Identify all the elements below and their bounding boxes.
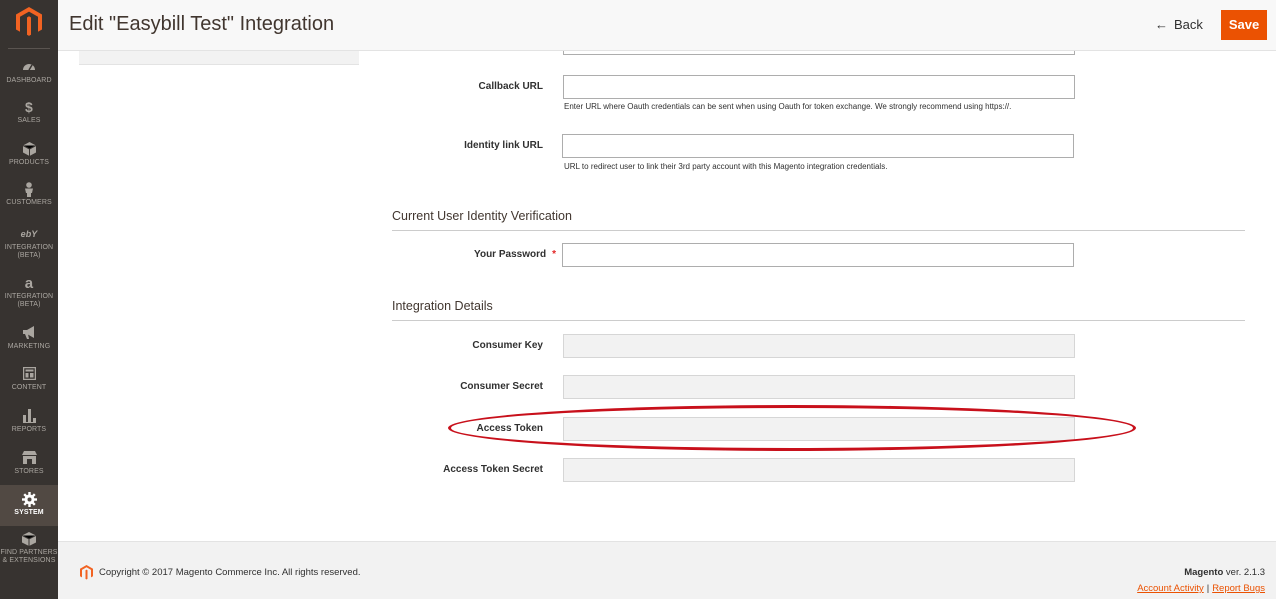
sidebar-item-label: DASHBOARD: [6, 77, 52, 84]
left-tabs-panel: [79, 51, 359, 65]
sidebar-item-products[interactable]: PRODUCTS: [0, 142, 58, 167]
version-number: ver. 2.1.3: [1223, 567, 1265, 578]
sidebar-item-label: SYSTEM: [14, 509, 44, 516]
page-header: Edit "Easybill Test" Integration ← Back S…: [58, 0, 1276, 51]
sidebar-item-label: REPORTS: [11, 426, 47, 433]
sidebar-item-marketing[interactable]: MARKETING: [0, 326, 58, 351]
identity-link-url-input[interactable]: [562, 134, 1074, 158]
brand-name: Magento: [1184, 567, 1224, 578]
callback-url-input[interactable]: [563, 75, 1075, 99]
access-token-secret-label: Access Token Secret: [443, 464, 543, 475]
previous-field-input[interactable]: [563, 51, 1075, 55]
sidebar-item-dashboard[interactable]: DASHBOARD: [0, 60, 58, 85]
identity-link-url-note: URL to redirect user to link their 3rd p…: [564, 162, 888, 171]
cube-icon: [0, 142, 58, 157]
password-label: Your Password *: [356, 249, 556, 260]
sidebar-item-label: CUSTOMERS: [6, 199, 52, 206]
highlight-ellipse: [448, 405, 1136, 451]
sidebar-item-sales[interactable]: $ SALES: [0, 100, 58, 125]
consumer-secret-label: Consumer Secret: [460, 381, 543, 392]
bar-chart-icon: [0, 409, 58, 424]
amazon-icon: a: [24, 275, 34, 292]
footer-links: Account Activity | Report Bugs: [1137, 583, 1265, 594]
sidebar-item-customers[interactable]: CUSTOMERS: [0, 182, 58, 207]
gear-icon: [0, 492, 58, 507]
password-input[interactable]: [562, 243, 1074, 267]
dollar-icon: $: [25, 99, 33, 115]
sidebar-item-integration-amazon[interactable]: a INTEGRATION (BETA): [0, 276, 58, 309]
consumer-secret-field: [563, 375, 1075, 399]
sidebar-item-stores[interactable]: STORES: [0, 451, 58, 476]
identity-link-url-label: Identity link URL: [464, 140, 543, 151]
sidebar-item-label: PRODUCTS: [8, 159, 50, 166]
admin-sidebar: DASHBOARD $ SALES PRODUCTS CUSTOMERS ebY…: [0, 0, 58, 599]
copyright-text: Copyright © 2017 Magento Commerce Inc. A…: [99, 567, 361, 578]
callback-url-note: Enter URL where Oauth credentials can be…: [564, 102, 1012, 111]
sidebar-item-label: INTEGRATION (BETA): [4, 244, 54, 259]
box-icon: [0, 532, 58, 547]
arrow-left-icon: ←: [1155, 17, 1168, 32]
consumer-key-label: Consumer Key: [472, 340, 543, 351]
megaphone-icon: [0, 326, 58, 341]
integration-details-section-title: Integration Details: [392, 299, 493, 313]
person-icon: [0, 182, 58, 197]
sidebar-item-content[interactable]: CONTENT: [0, 367, 58, 392]
dashboard-icon: [0, 60, 58, 75]
sidebar-item-label: INTEGRATION (BETA): [4, 293, 54, 308]
link-separator: |: [1206, 583, 1210, 594]
required-asterisk: *: [552, 249, 556, 260]
section-divider: [392, 230, 1245, 231]
sidebar-item-reports[interactable]: REPORTS: [0, 409, 58, 434]
password-label-text: Your Password: [474, 249, 547, 260]
magento-logo-icon[interactable]: [16, 7, 42, 37]
sidebar-item-label: SALES: [17, 117, 41, 124]
save-button[interactable]: Save: [1221, 10, 1267, 40]
verification-section-title: Current User Identity Verification: [392, 209, 572, 223]
magento-footer-logo-icon: [80, 565, 93, 580]
callback-url-label: Callback URL: [478, 81, 543, 92]
version-text: Magento ver. 2.1.3: [1184, 567, 1265, 578]
page-title: Edit "Easybill Test" Integration: [69, 13, 335, 35]
sidebar-item-label: STORES: [14, 468, 44, 475]
sidebar-item-find-partners[interactable]: FIND PARTNERS & EXTENSIONS: [0, 532, 58, 565]
page-footer: Copyright © 2017 Magento Commerce Inc. A…: [58, 541, 1276, 599]
back-button[interactable]: ← Back: [1155, 17, 1203, 32]
sidebar-item-system[interactable]: SYSTEM: [0, 485, 58, 526]
sidebar-item-label: MARKETING: [7, 343, 51, 350]
layout-icon: [0, 367, 58, 382]
access-token-secret-field: [563, 458, 1075, 482]
consumer-key-field: [563, 334, 1075, 358]
sidebar-item-label: CONTENT: [11, 384, 47, 391]
back-button-label: Back: [1174, 17, 1203, 32]
section-divider: [392, 320, 1245, 321]
sidebar-item-label: FIND PARTNERS & EXTENSIONS: [0, 549, 58, 564]
sidebar-item-integration-ebay[interactable]: ebY INTEGRATION (BETA): [0, 227, 58, 260]
report-bugs-link[interactable]: Report Bugs: [1212, 583, 1265, 594]
store-icon: [0, 451, 58, 466]
sidebar-divider: [8, 48, 50, 49]
account-activity-link[interactable]: Account Activity: [1137, 583, 1204, 594]
ebay-icon: ebY: [20, 229, 38, 239]
